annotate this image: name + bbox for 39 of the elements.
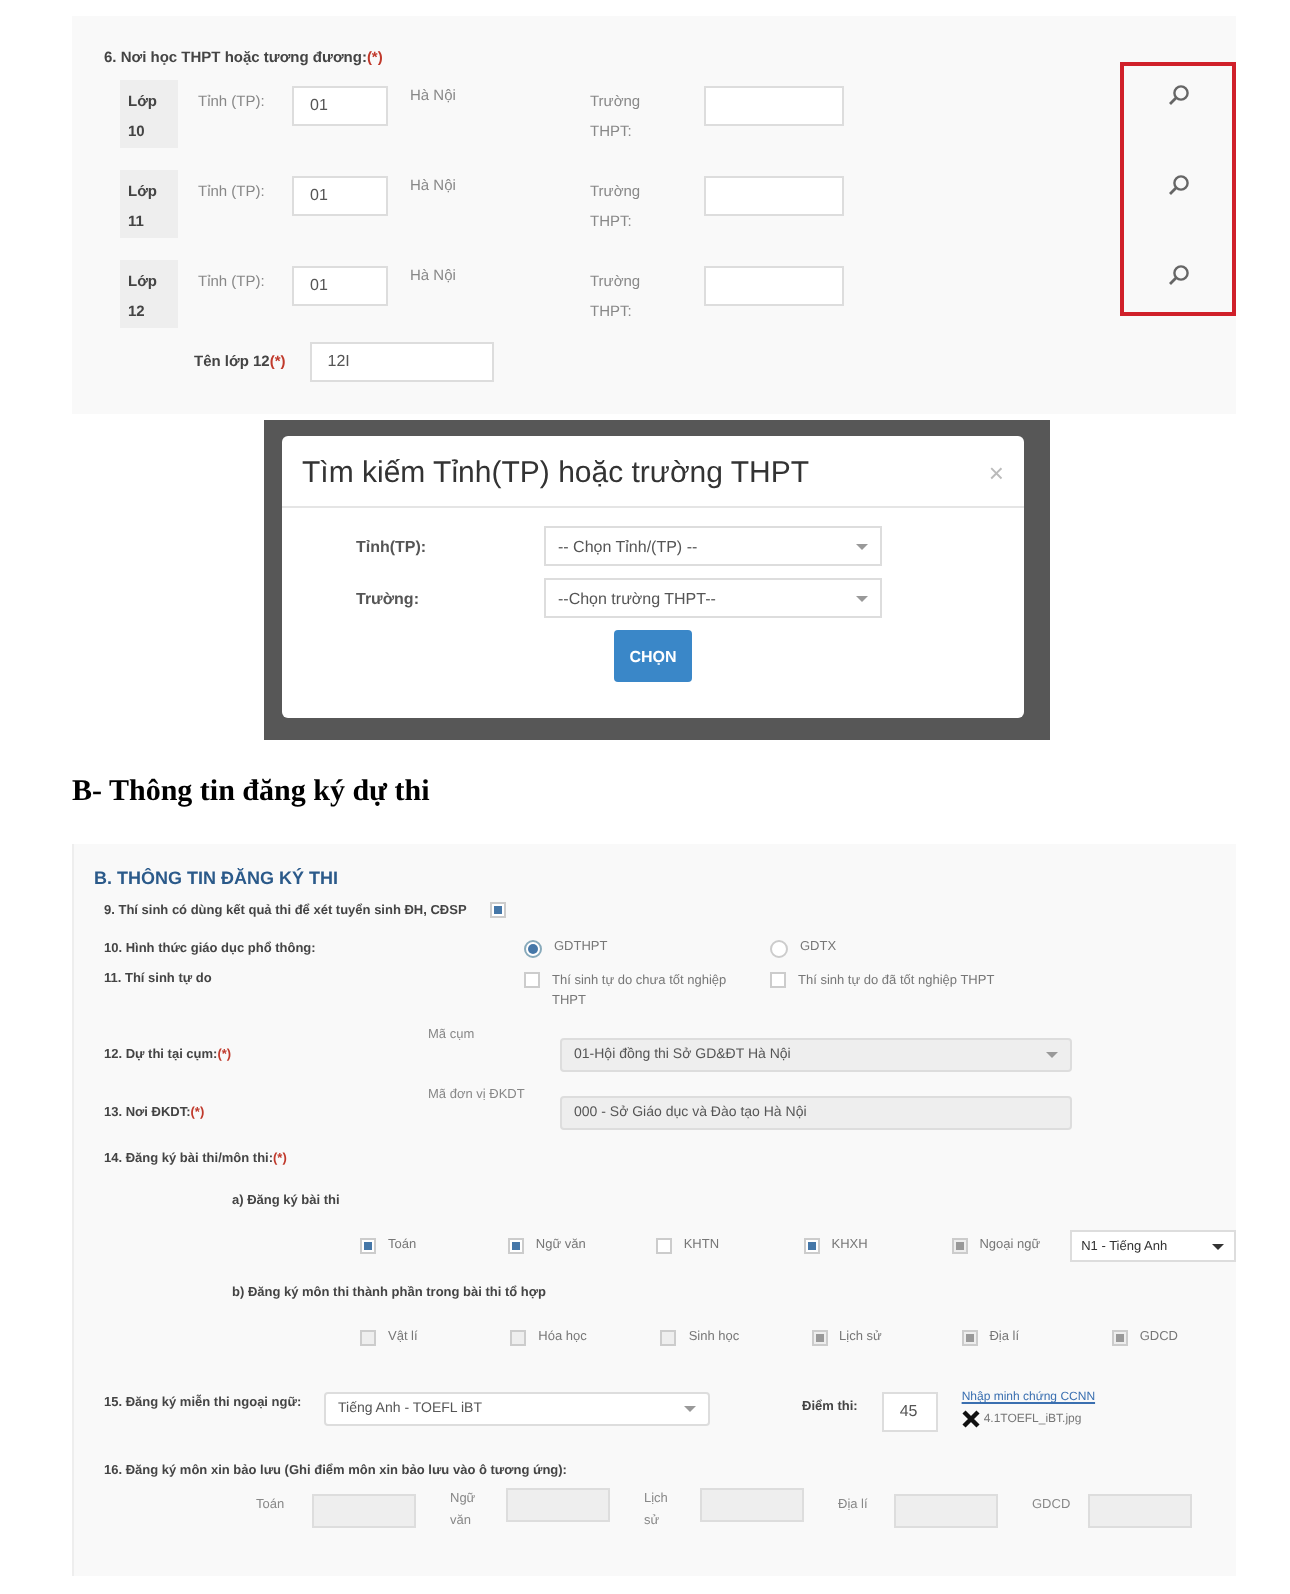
school-field[interactable] xyxy=(704,176,844,216)
class-field[interactable]: 12I xyxy=(309,342,494,382)
caret-icon xyxy=(1046,1051,1058,1057)
checkbox[interactable] xyxy=(490,902,507,918)
school-field[interactable] xyxy=(704,266,844,306)
school-field[interactable] xyxy=(704,86,844,126)
score-field[interactable] xyxy=(894,1493,998,1527)
province-code-field[interactable]: 01 xyxy=(292,266,388,306)
checkbox[interactable] xyxy=(360,1238,376,1254)
checkbox[interactable] xyxy=(507,1238,524,1254)
radio-button[interactable] xyxy=(770,939,788,957)
caret-icon xyxy=(684,1406,696,1412)
score-field[interactable] xyxy=(506,1488,610,1522)
section-title: B. THÔNG TIN ĐĂNG KÝ THI xyxy=(94,868,340,888)
score-field[interactable] xyxy=(1088,1493,1192,1527)
checkbox[interactable] xyxy=(803,1238,820,1254)
checkbox[interactable] xyxy=(655,1238,672,1254)
province-code-field[interactable]: 01 xyxy=(292,176,388,216)
province-code-field[interactable]: 01 xyxy=(292,86,388,126)
caret-icon xyxy=(856,543,868,549)
field-label: Trường: xyxy=(356,589,421,607)
dropdown[interactable]: --Chọn trường THPT-- xyxy=(544,578,882,618)
choose-button[interactable]: CHỌN xyxy=(614,630,692,682)
score-field[interactable]: 45 xyxy=(881,1392,938,1432)
score-field[interactable] xyxy=(312,1493,416,1527)
dropdown[interactable]: -- Chọn Tỉnh/(TP) -- xyxy=(544,526,882,566)
caret-icon xyxy=(1211,1243,1224,1249)
score-field[interactable] xyxy=(700,1488,804,1522)
dialog-title: Tìm kiếm Tỉnh(TP) hoặc trường THPT xyxy=(302,456,810,490)
caret-icon xyxy=(856,595,868,601)
checkbox[interactable] xyxy=(770,972,786,988)
checkbox[interactable] xyxy=(524,972,540,988)
field-label: Tỉnh(TP): xyxy=(356,537,429,555)
search-icon[interactable] xyxy=(1167,174,1189,196)
search-icon[interactable] xyxy=(1167,264,1189,286)
section-heading: B- Thông tin đăng ký dự thi xyxy=(72,776,432,812)
delete-icon[interactable] xyxy=(961,1410,980,1428)
search-icon[interactable] xyxy=(1167,84,1189,106)
radio-button[interactable] xyxy=(524,939,542,957)
